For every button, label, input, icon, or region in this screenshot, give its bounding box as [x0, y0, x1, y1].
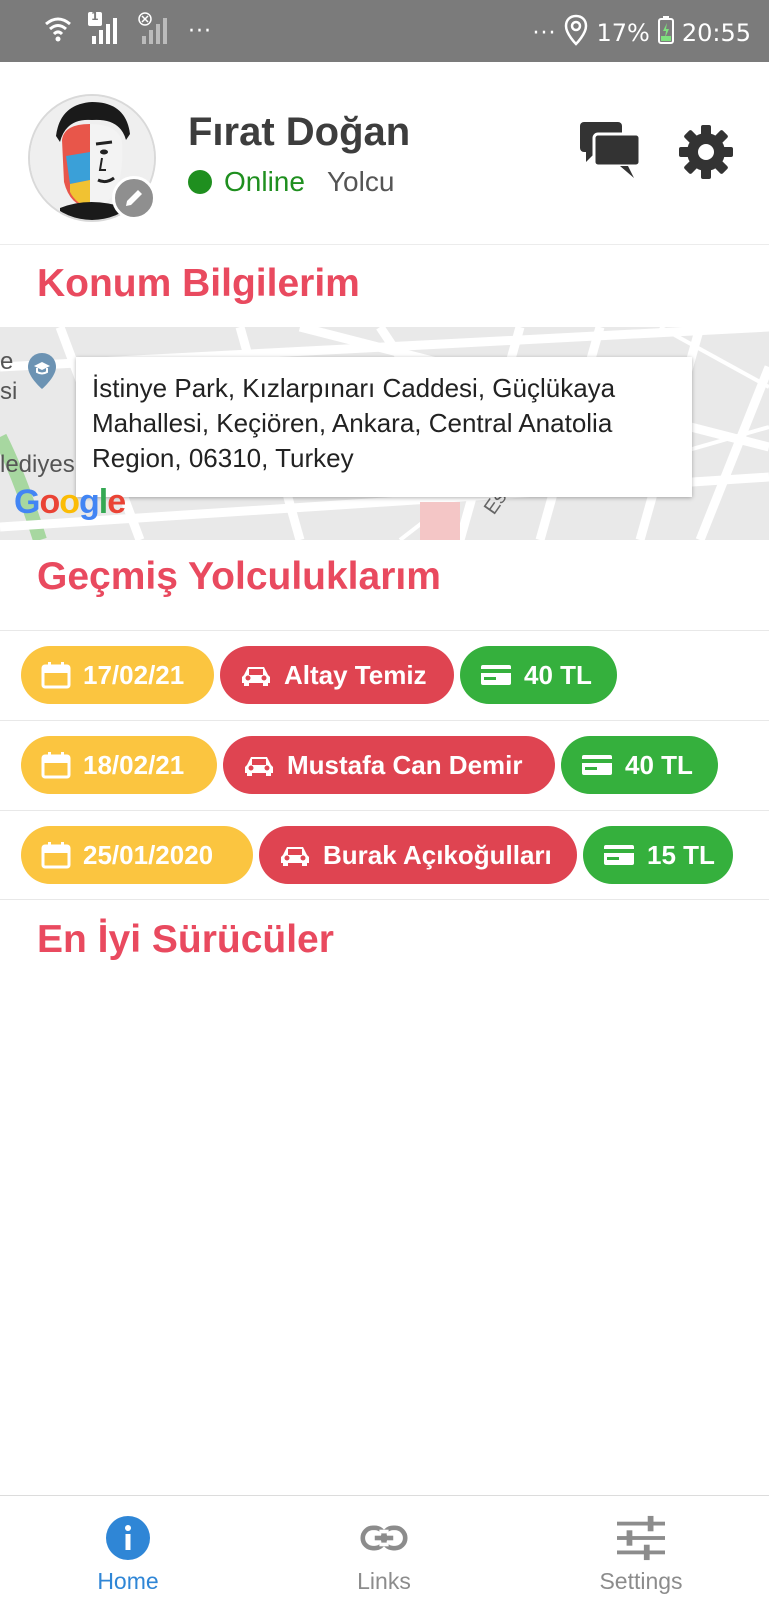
- ride-price: 15 TL: [647, 839, 715, 870]
- ride-date: 25/01/2020: [83, 839, 214, 870]
- settings-gear-button[interactable]: [678, 124, 734, 180]
- ride-date-chip: 17/02/21: [21, 646, 214, 704]
- ride-price-chip: 40 TL: [460, 646, 617, 704]
- map-place-label-2: lediyes: [0, 451, 75, 478]
- user-status-row: Online Yolcu: [188, 166, 394, 198]
- ride-date: 17/02/21: [83, 659, 185, 690]
- status-left: 1 ···: [44, 10, 212, 50]
- location-section-title: Konum Bilgilerim: [37, 262, 360, 305]
- link-icon: [360, 1514, 408, 1562]
- nav-links-label: Links: [357, 1568, 411, 1594]
- home-screen: 1 ··· ··· 17% 20:55 Fırat Doğan Online Y…: [0, 0, 769, 1600]
- ride-date-chip: 25/01/2020: [21, 826, 253, 884]
- ride-price-chip: 40 TL: [561, 736, 718, 794]
- nav-links[interactable]: Links: [256, 1496, 512, 1600]
- map-place-label: e si: [0, 348, 18, 405]
- ride-row[interactable]: 17/02/21 Altay Temiz 40 TL: [0, 630, 769, 720]
- car-icon: [245, 757, 273, 776]
- signal-sim1-icon: 1: [88, 10, 122, 50]
- location-pin-icon: [564, 14, 588, 52]
- google-logo: Google: [14, 483, 126, 521]
- calendar-icon: [41, 662, 71, 689]
- signal-sim2-icon: [138, 12, 172, 50]
- ride-driver: Altay Temiz: [284, 659, 427, 690]
- ride-driver: Burak Açıkoğulları: [323, 839, 552, 870]
- status-right: ··· 17% 20:55: [532, 14, 751, 52]
- gear-icon: [679, 125, 733, 179]
- ride-driver: Mustafa Can Demir: [287, 749, 523, 780]
- sim-badge: 1: [91, 10, 99, 23]
- credit-card-icon: [582, 755, 612, 775]
- car-icon: [242, 667, 270, 686]
- status-overflow-left: ···: [188, 18, 212, 44]
- ride-row[interactable]: 18/02/21 Mustafa Can Demir 40 TL: [0, 720, 769, 810]
- calendar-icon: [41, 842, 71, 869]
- ride-price: 40 TL: [524, 659, 592, 690]
- location-map[interactable]: e si lediyes Ese İstinye Park, Kızlarpın…: [0, 327, 769, 540]
- chat-bubbles-icon: [580, 122, 642, 178]
- bottom-navigation: Home Links Settings: [0, 1495, 769, 1600]
- history-section-title: Geçmiş Yolculuklarım: [37, 555, 441, 598]
- best-drivers-section-title: En İyi Sürücüler: [37, 918, 334, 961]
- clock: 20:55: [681, 19, 751, 47]
- status-overflow-right: ···: [532, 20, 557, 46]
- battery-percent: 17%: [596, 19, 650, 47]
- calendar-icon: [41, 752, 71, 779]
- wifi-icon: [44, 12, 72, 50]
- battery-icon: [657, 16, 674, 50]
- ride-date: 18/02/21: [83, 749, 185, 780]
- user-name: Fırat Doğan: [188, 110, 411, 154]
- nav-settings-label: Settings: [599, 1568, 683, 1594]
- online-label: Online: [224, 166, 305, 197]
- sliders-icon: [617, 1514, 665, 1562]
- avatar-edit-button[interactable]: [112, 176, 156, 220]
- ride-driver-chip: Altay Temiz: [220, 646, 454, 704]
- online-indicator: [188, 170, 212, 194]
- credit-card-icon: [481, 665, 511, 685]
- ride-price: 40 TL: [625, 749, 693, 780]
- nav-settings[interactable]: Settings: [513, 1496, 769, 1600]
- messages-button[interactable]: [580, 122, 644, 182]
- pencil-icon: [126, 190, 142, 206]
- credit-card-icon: [604, 845, 634, 865]
- status-bar: 1 ··· ··· 17% 20:55: [0, 0, 769, 62]
- ride-driver-chip: Burak Açıkoğulları: [259, 826, 577, 884]
- nav-home[interactable]: Home: [0, 1496, 256, 1600]
- nav-home-label: Home: [97, 1568, 159, 1594]
- car-icon: [281, 847, 309, 866]
- ride-price-chip: 15 TL: [583, 826, 733, 884]
- ride-date-chip: 18/02/21: [21, 736, 217, 794]
- address-popup[interactable]: İstinye Park, Kızlarpınarı Caddesi, Güçl…: [76, 357, 692, 497]
- ride-driver-chip: Mustafa Can Demir: [223, 736, 555, 794]
- ride-row[interactable]: 25/01/2020 Burak Açıkoğulları 15 TL: [0, 810, 769, 900]
- role-label: Yolcu: [326, 166, 395, 197]
- profile-header: Fırat Doğan Online Yolcu: [0, 62, 769, 245]
- info-icon: [104, 1514, 152, 1562]
